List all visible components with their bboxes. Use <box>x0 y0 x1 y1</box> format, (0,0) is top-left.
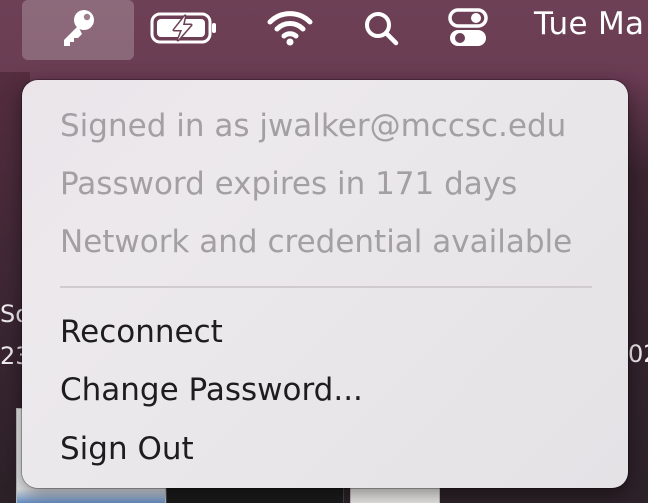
reconnect-menu-item[interactable]: Reconnect <box>60 304 604 360</box>
menu-bar-clock[interactable]: Tue Ma <box>534 6 644 42</box>
sign-out-menu-item[interactable]: Sign Out <box>60 421 604 477</box>
wifi-status[interactable] <box>262 0 318 60</box>
spotlight-search[interactable] <box>356 0 406 60</box>
desktop-text-fragment: 02 <box>628 340 648 368</box>
control-center-icon <box>446 6 490 54</box>
kerberos-dropdown-menu: Signed in as jwalker@mccsc.edu Password … <box>22 80 628 488</box>
battery-status[interactable] <box>148 0 220 60</box>
password-expiry-status: Password expires in 171 days <box>60 166 518 202</box>
change-password-menu-item[interactable]: Change Password... <box>60 362 604 418</box>
menu-bar: Tue Ma <box>0 0 648 72</box>
kerberos-menu-extra[interactable] <box>22 0 134 60</box>
battery-charging-icon <box>149 10 219 50</box>
wifi-icon <box>266 8 314 52</box>
key-icon <box>54 4 102 56</box>
menu-separator <box>60 286 592 288</box>
control-center[interactable] <box>440 0 496 60</box>
signed-in-status: Signed in as jwalker@mccsc.edu <box>60 108 567 144</box>
network-credential-status: Network and credential available <box>60 224 573 260</box>
search-icon <box>361 8 401 52</box>
